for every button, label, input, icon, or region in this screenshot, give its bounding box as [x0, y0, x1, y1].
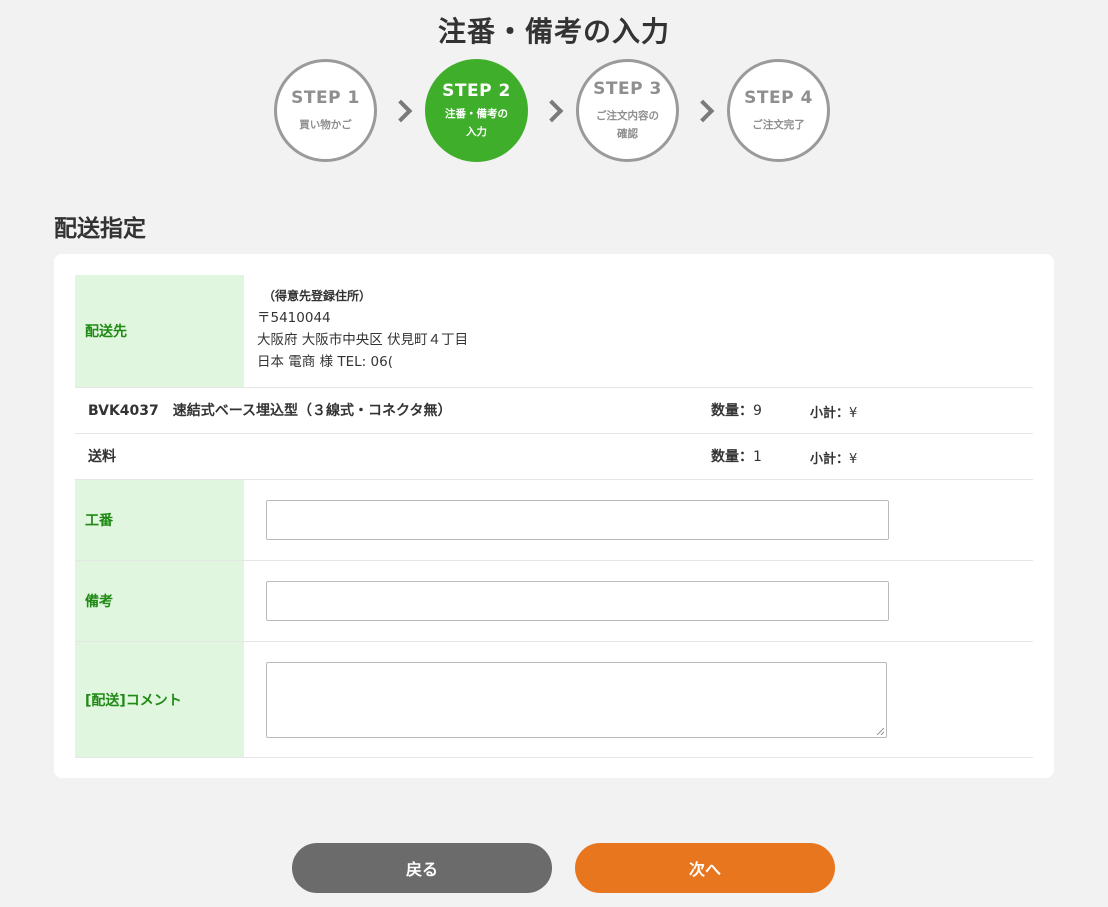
- item-name: 送料: [88, 449, 116, 465]
- table-row: 送料 数量：1 小計：¥: [75, 434, 1033, 480]
- resize-handle-icon[interactable]: [877, 728, 884, 735]
- item-subtotal: 小計：¥: [810, 448, 857, 467]
- table-row: BVK4037 速結式ベース埋込型（３線式・コネクタ無） 数量：9 小計：¥: [75, 388, 1033, 434]
- koban-label: 工番: [75, 480, 244, 560]
- chevron-right-icon: [540, 99, 564, 123]
- koban-row: 工番: [75, 480, 1033, 561]
- chevron-right-icon: [691, 99, 715, 123]
- step-label: 買い物かご: [299, 118, 352, 131]
- step-1: STEP 1 買い物かご: [274, 59, 377, 162]
- recipient-name-tel: 日本 電商 様 TEL: 06(: [257, 354, 393, 370]
- page-title: 注番・備考の入力: [437, 15, 670, 48]
- item-quantity: 数量：1: [711, 446, 762, 466]
- address-source: （得意先登録住所）: [263, 289, 372, 303]
- koban-input[interactable]: [266, 500, 889, 540]
- shipping-address-row: 配送先 （得意先登録住所） 〒5410044 大阪府 大阪市中央区 伏見町４丁目…: [75, 275, 1033, 388]
- step-number: STEP 2: [442, 80, 511, 101]
- biko-input[interactable]: [266, 581, 889, 621]
- address-line: 大阪府 大阪市中央区 伏見町４丁目: [257, 332, 469, 348]
- shipping-address-label: 配送先: [75, 275, 244, 387]
- biko-label: 備考: [75, 561, 244, 641]
- next-button[interactable]: 次へ: [575, 843, 835, 893]
- step-2: STEP 2 注番・備考の 入力: [425, 59, 528, 162]
- biko-row: 備考: [75, 561, 1033, 642]
- step-label: ご注文完了: [752, 118, 805, 131]
- back-button[interactable]: 戻る: [292, 843, 552, 893]
- chevron-right-icon: [389, 99, 413, 123]
- quantity-label: 数量：: [711, 403, 753, 419]
- comment-textarea[interactable]: [266, 662, 887, 738]
- item-quantity: 数量：9: [711, 400, 762, 420]
- step-number: STEP 1: [291, 87, 360, 108]
- subtotal-value: ¥: [849, 452, 858, 467]
- step-number: STEP 4: [744, 87, 813, 108]
- comment-label: [配送]コメント: [75, 642, 244, 757]
- step-number: STEP 3: [593, 78, 662, 99]
- subtotal-value: ¥: [849, 406, 858, 421]
- shipping-address: （得意先登録住所） 〒5410044 大阪府 大阪市中央区 伏見町４丁目 日本 …: [257, 285, 468, 373]
- postal-code: 〒5410044: [257, 310, 331, 326]
- step-4: STEP 4 ご注文完了: [727, 59, 830, 162]
- shipping-form-card: 配送先 （得意先登録住所） 〒5410044 大阪府 大阪市中央区 伏見町４丁目…: [54, 254, 1054, 778]
- subtotal-label: 小計：: [810, 452, 850, 467]
- quantity-label: 数量：: [711, 449, 753, 465]
- item-name: BVK4037 速結式ベース埋込型（３線式・コネクタ無）: [88, 403, 452, 419]
- quantity-value: 9: [753, 403, 762, 419]
- quantity-value: 1: [753, 449, 762, 465]
- step-label: 注番・備考の 入力: [445, 107, 508, 138]
- step-indicator: STEP 1 買い物かご STEP 2 注番・備考の 入力 STEP 3 ご注文…: [0, 59, 1108, 169]
- section-title: 配送指定: [54, 216, 146, 242]
- step-3: STEP 3 ご注文内容の 確認: [576, 59, 679, 162]
- step-label: ご注文内容の 確認: [596, 109, 659, 140]
- comment-row: [配送]コメント: [75, 642, 1033, 758]
- item-subtotal: 小計：¥: [810, 402, 857, 421]
- subtotal-label: 小計：: [810, 406, 850, 421]
